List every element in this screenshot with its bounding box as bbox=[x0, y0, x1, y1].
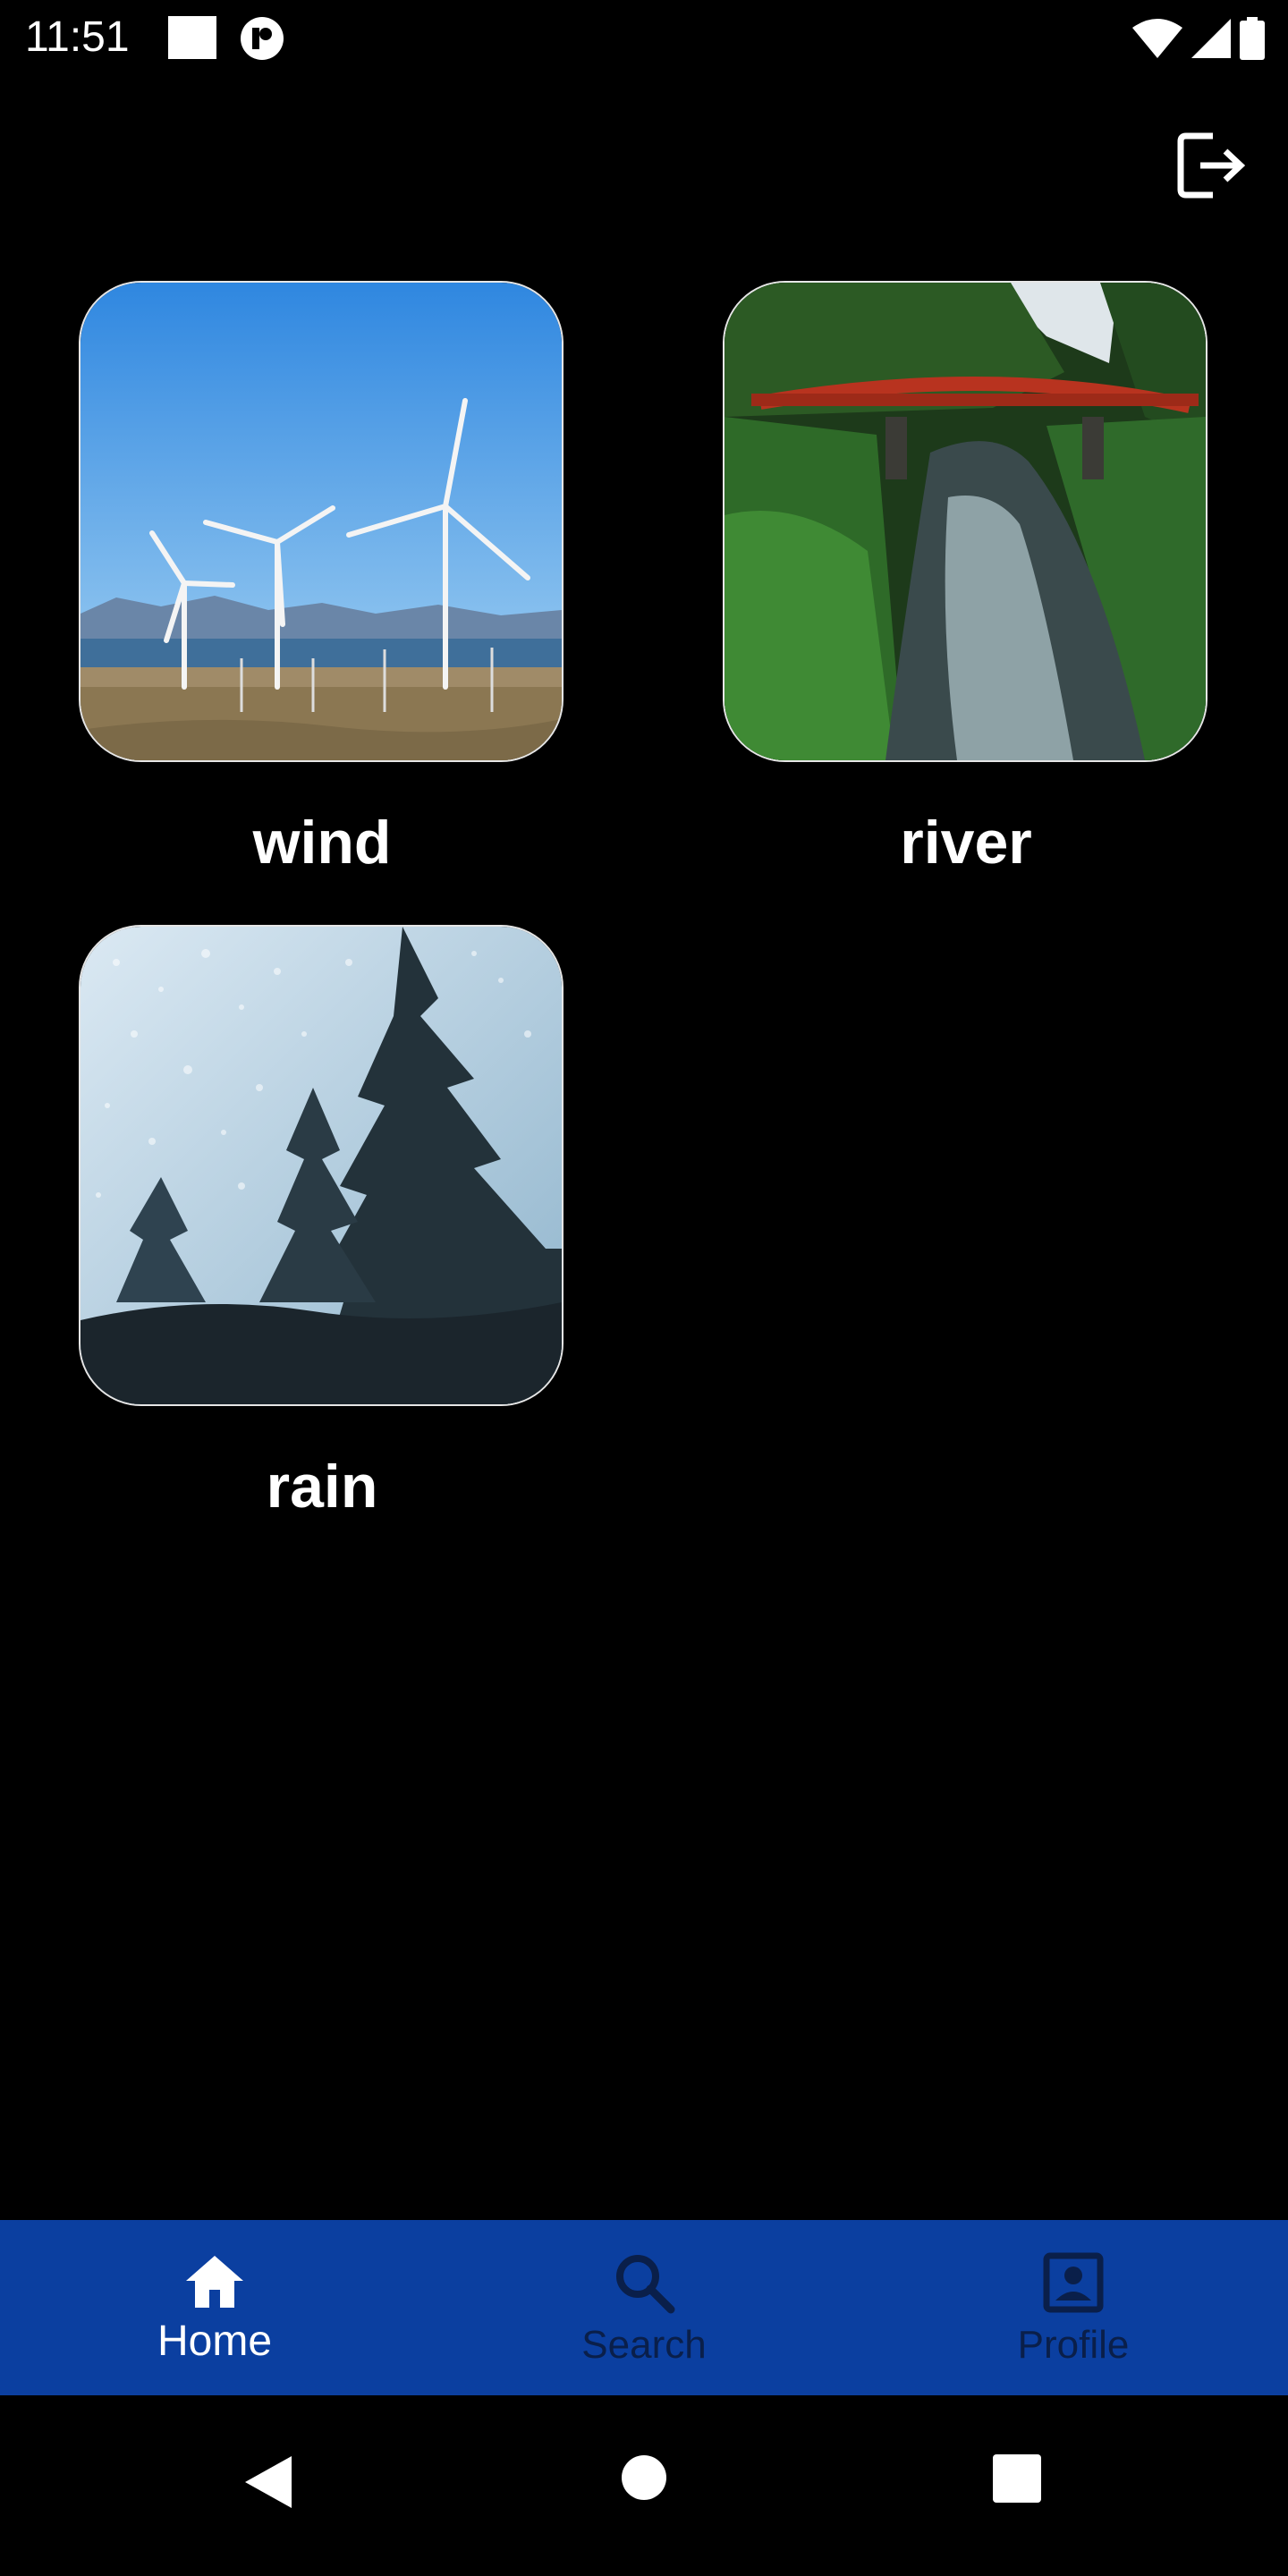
bottom-navigation: Home Search Profile bbox=[0, 2220, 1288, 2395]
card-wind[interactable]: wind bbox=[79, 281, 565, 878]
search-icon bbox=[616, 2255, 675, 2314]
notification-square-icon bbox=[168, 16, 216, 59]
nav-item-search[interactable]: Search bbox=[429, 2220, 859, 2395]
home-circle-icon[interactable] bbox=[621, 2454, 667, 2501]
card-river[interactable]: river bbox=[723, 281, 1209, 878]
system-navigation-bar bbox=[0, 2395, 1288, 2576]
nav-item-profile[interactable]: Profile bbox=[859, 2220, 1288, 2395]
battery-icon bbox=[1240, 17, 1265, 60]
nav-label-search: Search bbox=[581, 2323, 707, 2367]
recents-icon[interactable] bbox=[993, 2454, 1041, 2503]
wind-turbines-photo[interactable] bbox=[79, 281, 564, 762]
wifi-icon bbox=[1132, 19, 1182, 58]
rain-window-trees-photo[interactable] bbox=[79, 925, 564, 1406]
profile-icon bbox=[1043, 2252, 1104, 2313]
home-icon bbox=[186, 2256, 243, 2308]
logout-icon[interactable] bbox=[1174, 127, 1250, 204]
nav-label-home: Home bbox=[157, 2318, 273, 2365]
river-bridge-photo[interactable] bbox=[723, 281, 1208, 762]
nav-item-home[interactable]: Home bbox=[0, 2220, 429, 2395]
status-bar: 11:51 bbox=[0, 0, 1288, 75]
card-label-rain: rain bbox=[266, 1453, 378, 1521]
card-rain[interactable]: rain bbox=[79, 925, 565, 1522]
card-label-wind: wind bbox=[252, 809, 392, 877]
card-label-river: river bbox=[900, 809, 1032, 877]
notification-app-icon bbox=[241, 17, 284, 60]
app-screen: 11:51 wind river rain Home Search Profil… bbox=[0, 0, 1288, 2576]
signal-icon bbox=[1191, 19, 1231, 58]
back-icon[interactable] bbox=[243, 2454, 293, 2510]
nav-label-profile: Profile bbox=[1017, 2323, 1130, 2367]
status-icons bbox=[1132, 14, 1265, 63]
status-time: 11:51 bbox=[25, 13, 130, 61]
